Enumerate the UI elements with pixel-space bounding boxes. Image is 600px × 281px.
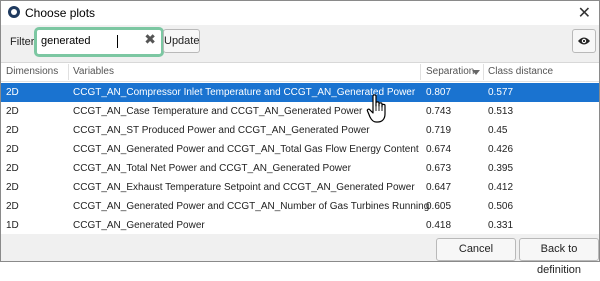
cell-variables: CCGT_AN_ST Produced Power and CCGT_AN_Ge… — [73, 125, 370, 136]
cell-class-distance: 0.577 — [488, 87, 514, 98]
table-row[interactable]: 2D CCGT_AN_Generated Power and CCGT_AN_T… — [1, 140, 599, 159]
cell-dimensions: 2D — [6, 182, 19, 193]
cell-class-distance: 0.331 — [488, 220, 514, 231]
clear-filter-icon[interactable]: ✖ — [144, 31, 156, 48]
table-row[interactable]: 2D CCGT_AN_Total Net Power and CCGT_AN_G… — [1, 159, 599, 178]
choose-plots-dialog: Choose plots ✕ Filter: ✖ Update Dimensio… — [0, 0, 600, 276]
filter-input[interactable] — [41, 32, 133, 50]
column-header-variables[interactable]: Variables — [73, 66, 114, 77]
back-to-definition-button[interactable]: Back to definition — [519, 238, 599, 276]
cell-dimensions: 2D — [6, 144, 19, 155]
close-icon[interactable]: ✕ — [578, 3, 591, 23]
cell-dimensions: 2D — [6, 106, 19, 117]
cell-dimensions: 2D — [6, 201, 19, 212]
cell-separation: 0.647 — [426, 182, 452, 193]
plots-table[interactable]: Dimensions Variables Separation Class di… — [1, 62, 599, 235]
table-row[interactable]: 2D CCGT_AN_Exhaust Temperature Setpoint … — [1, 178, 599, 197]
filter-field[interactable]: ✖ — [34, 27, 164, 57]
cell-separation: 0.743 — [426, 106, 452, 117]
cell-class-distance: 0.412 — [488, 182, 514, 193]
cell-separation: 0.605 — [426, 201, 452, 212]
column-divider[interactable] — [68, 64, 69, 80]
update-button[interactable]: Update — [163, 29, 200, 53]
cancel-button[interactable]: Cancel — [436, 238, 516, 261]
cell-class-distance: 0.426 — [488, 144, 514, 155]
cell-separation: 0.674 — [426, 144, 452, 155]
table-row[interactable]: 2D CCGT_AN_Case Temperature and CCGT_AN_… — [1, 102, 599, 121]
cell-class-distance: 0.506 — [488, 201, 514, 212]
title-bar: Choose plots ✕ — [1, 1, 599, 25]
column-divider[interactable] — [420, 64, 421, 80]
cell-separation: 0.807 — [426, 87, 452, 98]
table-row[interactable]: 2D CCGT_AN_Compressor Inlet Temperature … — [1, 83, 599, 102]
cell-variables: CCGT_AN_Generated Power and CCGT_AN_Tota… — [73, 144, 419, 155]
visibility-toggle-button[interactable] — [572, 29, 596, 53]
sort-descending-icon — [472, 70, 480, 75]
app-logo-icon — [8, 6, 20, 18]
eye-icon — [578, 37, 590, 45]
cell-dimensions: 2D — [6, 163, 19, 174]
cell-class-distance: 0.45 — [488, 125, 508, 136]
cell-variables: CCGT_AN_Generated Power — [73, 220, 205, 231]
cell-variables: CCGT_AN_Case Temperature and CCGT_AN_Gen… — [73, 106, 363, 117]
table-row[interactable]: 2D CCGT_AN_ST Produced Power and CCGT_AN… — [1, 121, 599, 140]
window-title: Choose plots — [25, 6, 96, 20]
column-divider[interactable] — [483, 64, 484, 80]
cell-variables: CCGT_AN_Compressor Inlet Temperature and… — [73, 87, 416, 98]
cell-variables: CCGT_AN_Exhaust Temperature Setpoint and… — [73, 182, 415, 193]
cell-separation: 0.719 — [426, 125, 452, 136]
cell-class-distance: 0.513 — [488, 106, 514, 117]
cell-class-distance: 0.395 — [488, 163, 514, 174]
column-header-separation[interactable]: Separation — [426, 66, 474, 77]
column-header-dimensions[interactable]: Dimensions — [6, 66, 58, 77]
cell-variables: CCGT_AN_Total Net Power and CCGT_AN_Gene… — [73, 163, 351, 174]
cell-separation: 0.673 — [426, 163, 452, 174]
table-row[interactable]: 1D CCGT_AN_Generated Power 0.418 0.331 — [1, 216, 599, 235]
cell-dimensions: 2D — [6, 87, 19, 98]
table-row[interactable]: 2D CCGT_AN_Generated Power and CCGT_AN_N… — [1, 197, 599, 216]
dialog-footer: Cancel Back to definition — [1, 234, 599, 276]
cell-dimensions: 1D — [6, 220, 19, 231]
text-caret — [117, 35, 118, 48]
filter-bar: Filter: ✖ Update — [1, 25, 599, 59]
cell-separation: 0.418 — [426, 220, 452, 231]
hand-cursor-icon — [366, 94, 386, 123]
cell-variables: CCGT_AN_Generated Power and CCGT_AN_Numb… — [73, 201, 430, 212]
table-header: Dimensions Variables Separation Class di… — [1, 63, 599, 82]
column-header-class-distance[interactable]: Class distance — [488, 66, 553, 77]
cell-dimensions: 2D — [6, 125, 19, 136]
